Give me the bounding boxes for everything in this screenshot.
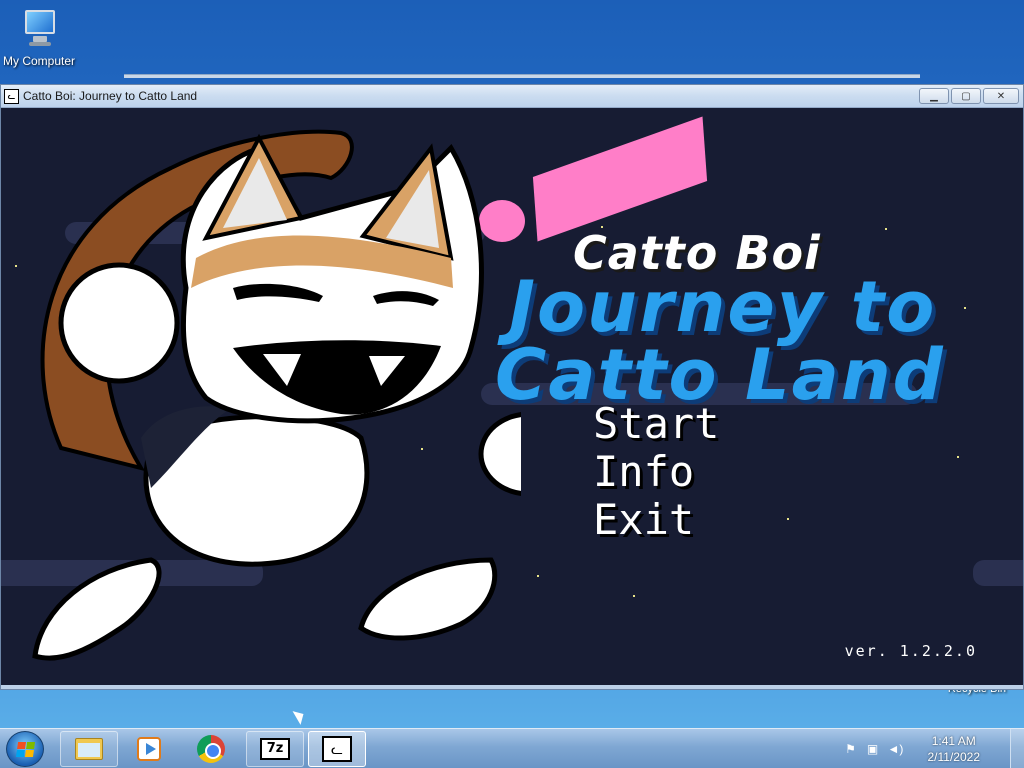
star (787, 518, 789, 520)
taskbar-item-media-player[interactable] (120, 731, 178, 767)
logo-title-line3: Catto Land (495, 334, 945, 416)
my-computer-icon (19, 8, 59, 48)
desktop-icon-label: My Computer (2, 54, 76, 68)
desktop-icon-my-computer[interactable]: My Computer (0, 8, 78, 68)
window-controls: ▁ ▢ ✕ (919, 88, 1019, 104)
taskbar-item-catto-boi[interactable]: ᓚ (308, 731, 366, 767)
close-button[interactable]: ✕ (983, 88, 1019, 104)
cat-front-paw (478, 412, 521, 496)
catto-app-icon: ᓚ (4, 89, 19, 104)
menu-item-start[interactable]: Start (593, 400, 719, 448)
cat-foot-left (32, 557, 162, 661)
7zip-icon: 7z (260, 738, 290, 760)
system-tray: ⚑ ▣ ◄) 1:41 AM 2/11/2022 (844, 729, 981, 768)
main-menu: Start Info Exit (593, 400, 719, 544)
show-desktop-button[interactable] (1010, 729, 1024, 768)
cat-back-paw (58, 262, 180, 384)
game-canvas[interactable]: Catto Boi Journey to Catto Land Start In… (1, 108, 1023, 685)
game-window: ᓚ Catto Boi: Journey to Catto Land ▁ ▢ ✕ (0, 84, 1024, 690)
star (537, 575, 539, 577)
bg-stripe (973, 560, 1023, 586)
catto-boi-illustration (32, 129, 521, 661)
clock-time: 1:41 AM (931, 734, 976, 748)
taskbar-item-7zip[interactable]: 7z (246, 731, 304, 767)
minimize-button[interactable]: ▁ (919, 88, 949, 104)
clock-date: 2/11/2022 (927, 750, 981, 764)
chrome-icon (197, 735, 225, 763)
volume-icon[interactable]: ◄) (888, 742, 904, 756)
menu-item-exit[interactable]: Exit (593, 496, 719, 544)
window-titlebar[interactable]: ᓚ Catto Boi: Journey to Catto Land ▁ ▢ ✕ (1, 85, 1023, 108)
media-player-icon (137, 737, 161, 761)
menu-item-info[interactable]: Info (593, 448, 719, 496)
star (964, 307, 966, 309)
star (885, 228, 887, 230)
pink-flag-shape (532, 116, 708, 242)
windows-logo-icon (15, 741, 35, 757)
background-window-edge (124, 74, 920, 78)
star (957, 456, 959, 458)
star (633, 595, 635, 597)
network-icon[interactable]: ▣ (866, 742, 880, 756)
system-clock[interactable]: 1:41 AM 2/11/2022 (928, 733, 981, 765)
folder-icon (75, 738, 103, 760)
taskbar: 7z ᓚ ⚑ ▣ ◄) 1:41 AM 2/11/2022 (0, 728, 1024, 768)
taskbar-item-explorer[interactable] (60, 731, 118, 767)
catto-app-icon: ᓚ (322, 736, 352, 762)
action-center-flag-icon[interactable]: ⚑ (844, 742, 858, 756)
maximize-button[interactable]: ▢ (951, 88, 981, 104)
version-label: ver. 1.2.2.0 (844, 642, 977, 660)
cat-foot-right (358, 557, 498, 641)
mouse-cursor-icon (292, 707, 308, 725)
window-title: Catto Boi: Journey to Catto Land (23, 89, 198, 103)
start-button[interactable] (6, 731, 44, 767)
taskbar-item-chrome[interactable] (182, 731, 240, 767)
